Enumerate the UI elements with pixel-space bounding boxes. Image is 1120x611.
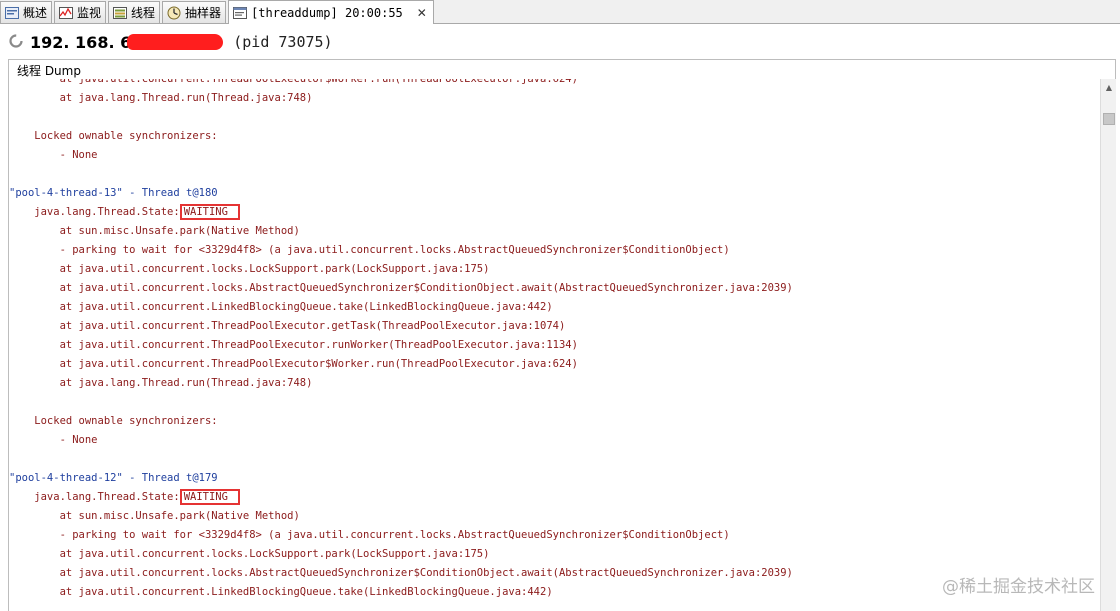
- tab-label: [threaddump] 20:00:55: [251, 5, 403, 20]
- threads-icon: [112, 5, 128, 21]
- tab-monitor[interactable]: 监视: [54, 1, 107, 23]
- tab-sampler[interactable]: 抽样器: [162, 1, 227, 23]
- thread-state-value: WAITING: [179, 204, 240, 220]
- dump-line: at java.util.concurrent.ThreadPoolExecut…: [9, 320, 566, 332]
- dump-line: at java.lang.Thread.run(Thread.java:748): [9, 377, 313, 389]
- dump-line: Locked ownable synchronizers:: [9, 415, 218, 427]
- overview-icon: [4, 5, 20, 21]
- scroll-thumb[interactable]: [1103, 113, 1115, 125]
- thread-state-value: WAITING: [179, 489, 240, 505]
- host-pid: (pid 73075): [233, 33, 333, 51]
- dump-line: at java.util.concurrent.LinkedBlockingQu…: [9, 586, 553, 598]
- tab-threaddump[interactable]: [threaddump] 20:00:55 ✕: [228, 0, 434, 24]
- dump-line: - None: [9, 149, 98, 161]
- dump-line: at java.util.concurrent.ThreadPoolExecut…: [9, 339, 578, 351]
- dump-line: at java.util.concurrent.LinkedBlockingQu…: [9, 301, 553, 313]
- state-label: java.lang.Thread.State:: [9, 491, 180, 503]
- thread-header-line: "pool-4-thread-13" - Thread t@180: [9, 187, 218, 199]
- threaddump-icon: [232, 5, 248, 21]
- panel-title: 线程 Dump: [8, 59, 1116, 79]
- thread-header-line: "pool-4-thread-12" - Thread t@179: [9, 472, 218, 484]
- tab-threads[interactable]: 线程: [108, 1, 161, 23]
- sampler-icon: [166, 5, 182, 21]
- thread-dump-text[interactable]: at java.util.concurrent.ThreadPoolExecut…: [8, 79, 1100, 611]
- vertical-scrollbar[interactable]: ▲: [1100, 79, 1116, 611]
- host-header: 192. 168. 6 (pid 73075): [0, 26, 1120, 58]
- dump-line: - parking to wait for <3329d4f8> (a java…: [9, 244, 730, 256]
- tab-label: 线程: [131, 6, 156, 20]
- redaction-mark: [127, 34, 224, 50]
- thread-state-line: java.lang.Thread.State: WAITING: [9, 488, 240, 507]
- tab-label: 抽样器: [185, 6, 222, 20]
- close-icon[interactable]: ✕: [417, 6, 427, 20]
- dump-line: - parking to wait for <3329d4f8> (a java…: [9, 529, 730, 541]
- tab-label: 监视: [77, 6, 102, 20]
- dump-line: at sun.misc.Unsafe.park(Native Method): [9, 510, 300, 522]
- dump-line: at java.util.concurrent.ThreadPoolExecut…: [9, 79, 578, 85]
- dump-line: - None: [9, 434, 98, 446]
- dump-line: at java.util.concurrent.locks.AbstractQu…: [9, 282, 793, 294]
- tab-overview[interactable]: 概述: [0, 1, 53, 23]
- dump-line: at java.util.concurrent.locks.LockSuppor…: [9, 548, 490, 560]
- scroll-up-icon[interactable]: ▲: [1101, 79, 1117, 96]
- loading-spinner-icon: [8, 33, 24, 52]
- dump-line: at java.util.concurrent.ThreadPoolExecut…: [9, 358, 578, 370]
- dump-line: at java.util.concurrent.locks.AbstractQu…: [9, 567, 793, 579]
- host-ip: 192. 168. 6: [30, 32, 132, 52]
- tab-bar: 概述 监视 线程 抽样器 [threaddump] 20:00:55 ✕: [0, 0, 1120, 24]
- monitor-chart-icon: [58, 5, 74, 21]
- dump-line: at java.util.concurrent.locks.LockSuppor…: [9, 263, 490, 275]
- dump-line: Locked ownable synchronizers:: [9, 130, 218, 142]
- watermark: @稀土掘金技术社区: [942, 577, 1095, 597]
- dump-line: at java.lang.Thread.run(Thread.java:748): [9, 92, 313, 104]
- dump-line: at sun.misc.Unsafe.park(Native Method): [9, 225, 300, 237]
- thread-state-line: java.lang.Thread.State: WAITING: [9, 203, 240, 222]
- tab-label: 概述: [23, 6, 48, 20]
- state-label: java.lang.Thread.State:: [9, 206, 180, 218]
